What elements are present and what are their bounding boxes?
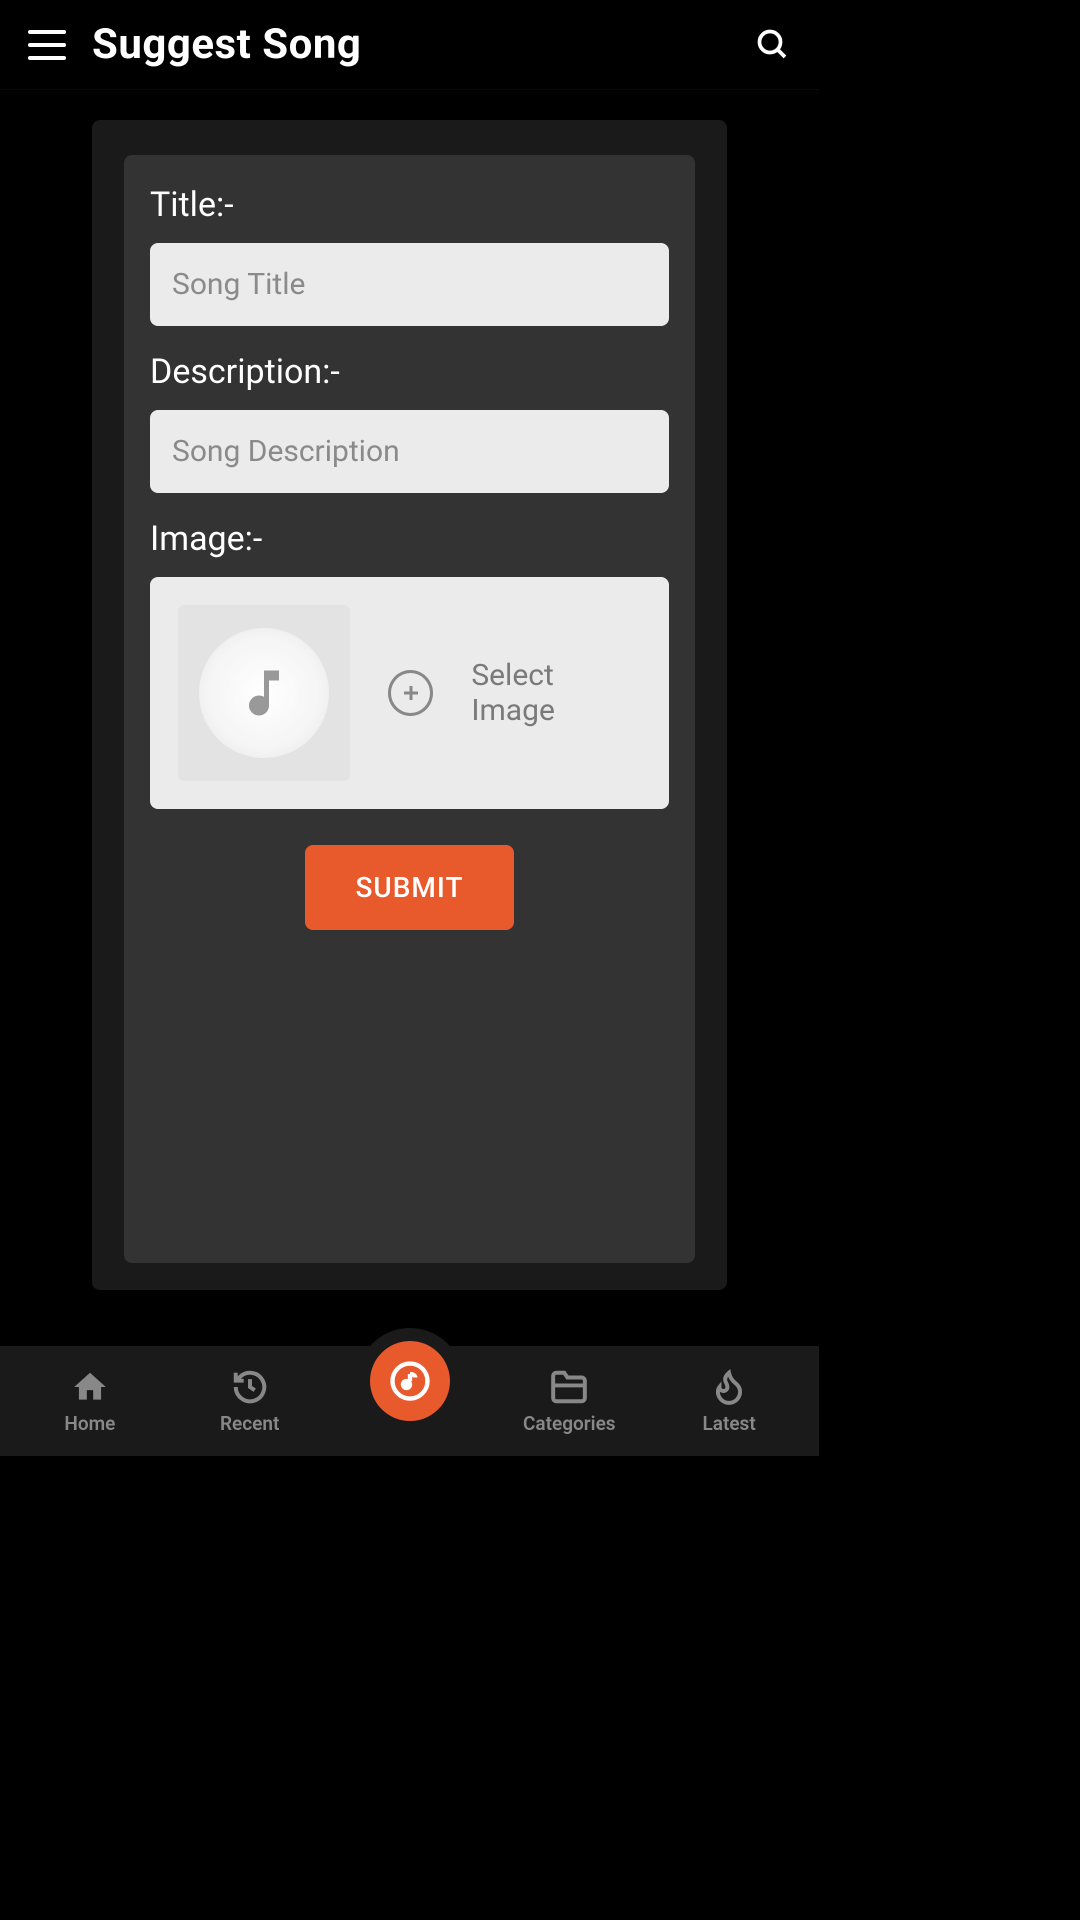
page-title: Suggest Song <box>92 20 361 69</box>
header: Suggest Song <box>0 0 819 90</box>
image-placeholder <box>178 605 350 781</box>
form-card: Title:- Description:- Image:- <box>124 155 695 1263</box>
nav-home[interactable]: Home <box>10 1368 170 1435</box>
main-content: Title:- Description:- Image:- <box>0 90 819 1290</box>
description-label: Description:- <box>150 352 669 392</box>
history-icon <box>231 1368 269 1406</box>
nav-categories[interactable]: Categories <box>489 1368 649 1435</box>
flame-icon <box>710 1368 748 1406</box>
home-icon <box>71 1368 109 1406</box>
nav-categories-label: Categories <box>523 1412 616 1435</box>
title-label: Title:- <box>150 185 669 225</box>
select-image-label: Select Image <box>471 658 641 728</box>
music-note-icon <box>199 628 329 758</box>
image-label: Image:- <box>150 519 669 559</box>
nav-recent[interactable]: Recent <box>170 1368 330 1435</box>
nav-latest-label: Latest <box>702 1412 755 1435</box>
outer-card: Title:- Description:- Image:- <box>92 120 727 1290</box>
nav-latest[interactable]: Latest <box>649 1368 809 1435</box>
center-music-button[interactable] <box>370 1341 450 1421</box>
description-input[interactable] <box>150 410 669 493</box>
folder-icon <box>550 1368 588 1406</box>
image-picker[interactable]: Select Image <box>150 577 669 809</box>
search-icon[interactable] <box>755 27 791 63</box>
menu-icon[interactable] <box>28 25 68 65</box>
music-disc-icon <box>389 1360 431 1402</box>
center-button-wrapper <box>357 1328 463 1434</box>
nav-recent-label: Recent <box>220 1412 279 1435</box>
nav-home-label: Home <box>64 1412 115 1435</box>
title-input[interactable] <box>150 243 669 326</box>
submit-button[interactable]: SUBMIT <box>305 845 513 930</box>
plus-circle-icon <box>388 670 433 716</box>
